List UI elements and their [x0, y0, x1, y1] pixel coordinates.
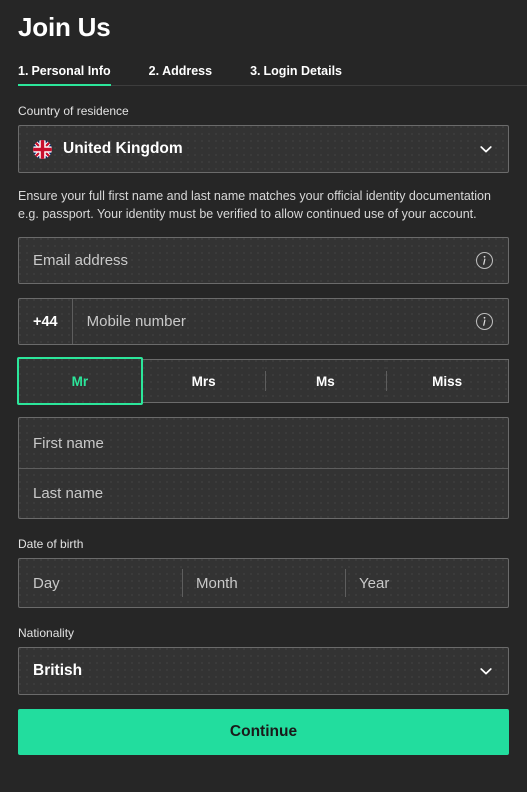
title-option-mr[interactable]: Mr [17, 357, 143, 405]
title-option-miss-label: Miss [432, 373, 463, 389]
title-option-mr-label: Mr [71, 373, 89, 389]
name-field-group: First name Last name [18, 417, 509, 519]
page-title: Join Us [18, 12, 111, 42]
continue-button-label: Continue [229, 723, 298, 740]
dob-year-field[interactable]: Year [345, 559, 508, 607]
nationality-select[interactable]: British [18, 647, 509, 695]
title-option-miss[interactable]: Miss [386, 359, 509, 403]
dob-month-field[interactable]: Month [182, 559, 345, 607]
title-option-ms-label: Ms [315, 373, 335, 389]
last-name-field[interactable]: Last name [19, 468, 508, 518]
dob-month-placeholder: Month [196, 574, 238, 592]
title-option-mrs[interactable]: Mrs [142, 359, 265, 403]
continue-button[interactable]: Continue [18, 709, 509, 755]
identity-helper-text: Ensure your full first name and last nam… [18, 189, 491, 221]
tab-login-details-label: Login Details [263, 64, 343, 78]
country-select[interactable]: United Kingdom [18, 125, 509, 173]
mobile-dial-code[interactable]: +44 [33, 299, 73, 344]
tab-login-details-number: 3. [250, 64, 261, 78]
dob-day-placeholder: Day [33, 574, 60, 592]
first-name-field[interactable]: First name [19, 418, 508, 468]
dob-field-group: Day Month Year [18, 558, 509, 608]
chevron-down-icon [478, 141, 494, 157]
dob-day-field[interactable]: Day [19, 559, 182, 607]
mobile-info-icon[interactable] [475, 312, 494, 331]
country-value: United Kingdom [63, 140, 183, 157]
title-segmented-control: Mr Mrs Ms Miss [17, 357, 509, 405]
email-info-icon[interactable] [475, 251, 494, 270]
dob-year-placeholder: Year [359, 574, 390, 592]
country-label: Country of residence [18, 104, 129, 118]
mobile-field[interactable]: +44 Mobile number [18, 298, 509, 345]
email-field[interactable]: Email address [18, 237, 509, 284]
united-kingdom-flag-icon [33, 139, 52, 159]
last-name-placeholder: Last name [33, 485, 104, 502]
title-option-mrs-label: Mrs [191, 373, 216, 389]
nationality-value: British [33, 662, 83, 679]
nationality-label: Nationality [18, 626, 75, 640]
email-placeholder: Email address [33, 252, 129, 269]
tab-personal-info-label: Personal Info [31, 64, 111, 78]
dob-label: Date of birth [18, 537, 84, 551]
tab-address-number: 2. [148, 64, 160, 78]
tab-login-details[interactable]: 3. Login Details [250, 64, 342, 86]
chevron-down-icon [478, 663, 494, 679]
tab-address[interactable]: 2. Address [149, 64, 212, 86]
tab-personal-info-number: 1. [18, 64, 29, 78]
first-name-placeholder: First name [33, 434, 104, 452]
tab-personal-info[interactable]: 1. Personal Info [18, 64, 111, 86]
mobile-placeholder: Mobile number [86, 313, 186, 330]
signup-form-page: Join Us 1. Personal Info 2. Address 3. Logi… [0, 0, 527, 792]
title-option-ms[interactable]: Ms [264, 359, 387, 403]
step-tabs: 1. Personal Info 2. Address 3. Login Detail… [18, 56, 527, 86]
tab-address-label: Address [162, 64, 213, 78]
